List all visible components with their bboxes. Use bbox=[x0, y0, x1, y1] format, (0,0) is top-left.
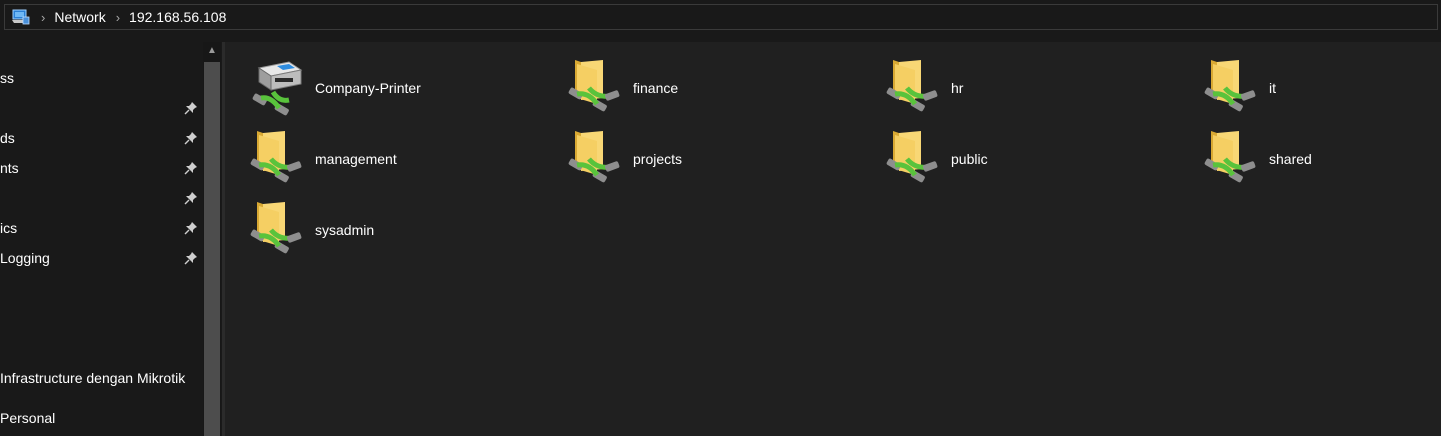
network-share-item[interactable]: hr bbox=[885, 58, 1185, 122]
pin-icon[interactable] bbox=[184, 221, 198, 235]
nav-item[interactable]: ss bbox=[0, 67, 200, 89]
network-location-icon bbox=[11, 8, 31, 26]
item-label: public bbox=[951, 151, 988, 167]
nav-item-label: Infrastructure dengan Mikrotik bbox=[0, 370, 186, 386]
network-share-folder-icon bbox=[250, 202, 302, 254]
navigation-pane: ss ds nts ics Logging Infrastructure den… bbox=[0, 42, 222, 436]
nav-item[interactable] bbox=[0, 97, 200, 119]
nav-item-label: Logging bbox=[0, 250, 50, 266]
nav-item-label: ds bbox=[0, 130, 15, 146]
nav-item-label: nts bbox=[0, 160, 19, 176]
breadcrumb-separator-icon[interactable]: › bbox=[116, 11, 120, 24]
nav-scrollbar-thumb[interactable] bbox=[204, 62, 220, 436]
network-printer-icon bbox=[252, 61, 303, 116]
network-share-folder-icon bbox=[886, 131, 938, 183]
network-share-item[interactable]: finance bbox=[567, 58, 867, 122]
nav-item[interactable]: Infrastructure dengan Mikrotik bbox=[0, 367, 200, 389]
pin-icon[interactable] bbox=[184, 131, 198, 145]
network-printer-item[interactable]: Company-Printer bbox=[249, 58, 549, 122]
nav-item[interactable]: nts bbox=[0, 157, 200, 179]
pin-icon[interactable] bbox=[184, 251, 198, 265]
nav-item[interactable]: ds bbox=[0, 127, 200, 149]
nav-item[interactable]: Logging bbox=[0, 247, 200, 269]
network-share-item[interactable]: public bbox=[885, 129, 1185, 193]
network-share-item[interactable]: shared bbox=[1203, 129, 1441, 193]
breadcrumb-network[interactable]: Network bbox=[54, 9, 105, 25]
item-label: projects bbox=[633, 151, 683, 167]
network-share-folder-icon bbox=[1204, 60, 1256, 112]
nav-item[interactable]: Personal bbox=[0, 407, 200, 429]
nav-item-label: ics bbox=[0, 220, 18, 236]
network-share-folder-icon bbox=[568, 131, 620, 183]
nav-item-label: Personal bbox=[0, 410, 56, 426]
scroll-up-arrow-icon[interactable]: ▲ bbox=[203, 44, 221, 58]
breadcrumb-separator-icon[interactable]: › bbox=[41, 11, 45, 24]
content-pane: Company-Printer finance hr it management… bbox=[225, 42, 1441, 436]
item-label: it bbox=[1269, 80, 1276, 96]
item-label: Company-Printer bbox=[315, 80, 421, 96]
network-share-folder-icon bbox=[568, 60, 620, 112]
network-share-item[interactable]: it bbox=[1203, 58, 1441, 122]
item-label: shared bbox=[1269, 151, 1312, 167]
item-label: hr bbox=[951, 80, 964, 96]
network-share-folder-icon bbox=[250, 131, 302, 183]
network-share-item[interactable]: sysadmin bbox=[249, 200, 549, 264]
nav-item[interactable]: ics bbox=[0, 217, 200, 239]
pin-icon[interactable] bbox=[184, 191, 198, 205]
item-label: finance bbox=[633, 80, 679, 96]
pin-icon[interactable] bbox=[184, 161, 198, 175]
pin-icon[interactable] bbox=[184, 101, 198, 115]
address-bar[interactable]: › Network › 192.168.56.108 bbox=[4, 4, 1438, 30]
nav-item[interactable] bbox=[0, 187, 200, 209]
item-label: management bbox=[315, 151, 397, 167]
nav-item-label: ss bbox=[0, 70, 14, 86]
network-share-item[interactable]: management bbox=[249, 129, 549, 193]
file-explorer-window: › Network › 192.168.56.108 ss ds nts ics… bbox=[0, 0, 1441, 436]
network-share-item[interactable]: projects bbox=[567, 129, 867, 193]
item-label: sysadmin bbox=[315, 222, 375, 238]
breadcrumb-host[interactable]: 192.168.56.108 bbox=[129, 9, 226, 25]
network-share-folder-icon bbox=[886, 60, 938, 112]
network-share-folder-icon bbox=[1204, 131, 1256, 183]
